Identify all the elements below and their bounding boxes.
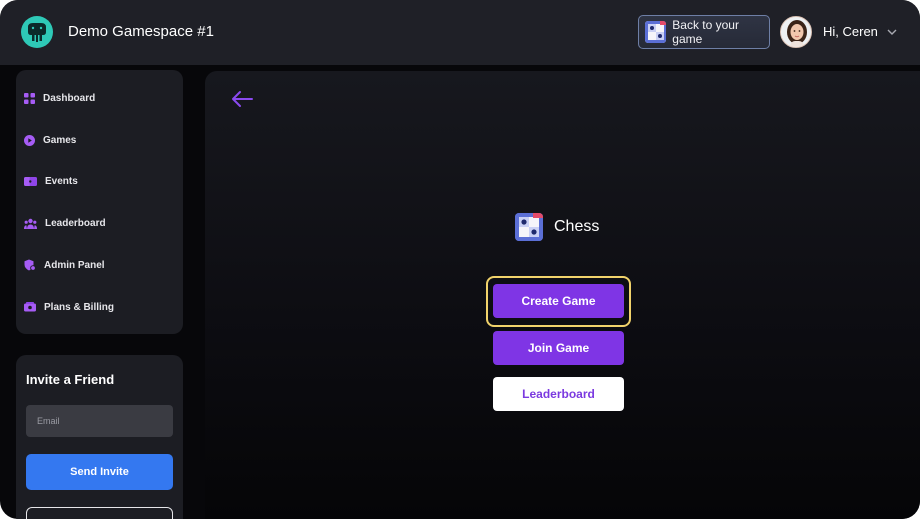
grid-icon — [24, 92, 35, 104]
create-game-button[interactable]: Create Game — [493, 284, 624, 318]
app-window: Demo Gamespace #1 Back to your game Hi, … — [0, 0, 920, 519]
sidebar-item-plans-billing[interactable]: Plans & Billing — [24, 296, 174, 318]
sidebar-item-label: Leaderboard — [45, 217, 106, 229]
sidebar-item-dashboard[interactable]: Dashboard — [24, 87, 174, 109]
game-header: Chess — [515, 213, 599, 241]
sidebar-item-admin-panel[interactable]: Admin Panel — [24, 254, 174, 276]
elephant-icon — [28, 23, 46, 42]
gamespace-logo[interactable] — [21, 16, 53, 48]
billing-icon — [24, 301, 36, 311]
user-greeting[interactable]: Hi, Ceren — [823, 24, 878, 40]
sidebar-nav-panel — [16, 70, 183, 334]
sidebar-item-games[interactable]: Games — [24, 129, 174, 151]
top-bar: Demo Gamespace #1 Back to your game Hi, … — [0, 0, 920, 65]
email-field[interactable] — [26, 405, 173, 437]
send-invite-button[interactable]: Send Invite — [26, 454, 173, 490]
users-group-icon — [24, 218, 37, 229]
game-title: Chess — [554, 218, 600, 235]
sidebar-item-label: Dashboard — [43, 92, 96, 104]
sidebar-item-label: Events — [45, 175, 78, 187]
sidebar-item-label: Admin Panel — [44, 259, 105, 271]
back-to-game-button[interactable]: Back to your game — [638, 15, 770, 49]
tickets-icon — [24, 176, 37, 186]
back-arrow-icon[interactable] — [230, 89, 254, 109]
leaderboard-button[interactable]: Leaderboard — [493, 377, 624, 411]
back-to-game-label: Back to your game — [672, 18, 739, 46]
workspace-title: Demo Gamespace #1 — [68, 23, 214, 40]
chess-icon — [515, 213, 543, 241]
sidebar-item-label: Games — [43, 134, 77, 146]
admin-shield-icon — [24, 259, 36, 271]
secondary-button[interactable] — [26, 507, 173, 519]
sidebar-item-events[interactable]: Events — [24, 170, 174, 192]
avatar[interactable] — [780, 16, 812, 48]
play-circle-icon — [24, 134, 35, 146]
sidebar-item-label: Plans & Billing — [44, 301, 115, 313]
join-game-button[interactable]: Join Game — [493, 331, 624, 365]
chevron-down-icon[interactable] — [886, 26, 898, 38]
sidebar-item-leaderboard[interactable]: Leaderboard — [24, 212, 174, 234]
invite-friend-panel: Invite a Friend Send Invite — [16, 355, 183, 519]
chess-thumbnail-icon — [645, 21, 667, 43]
invite-title: Invite a Friend — [26, 372, 115, 387]
